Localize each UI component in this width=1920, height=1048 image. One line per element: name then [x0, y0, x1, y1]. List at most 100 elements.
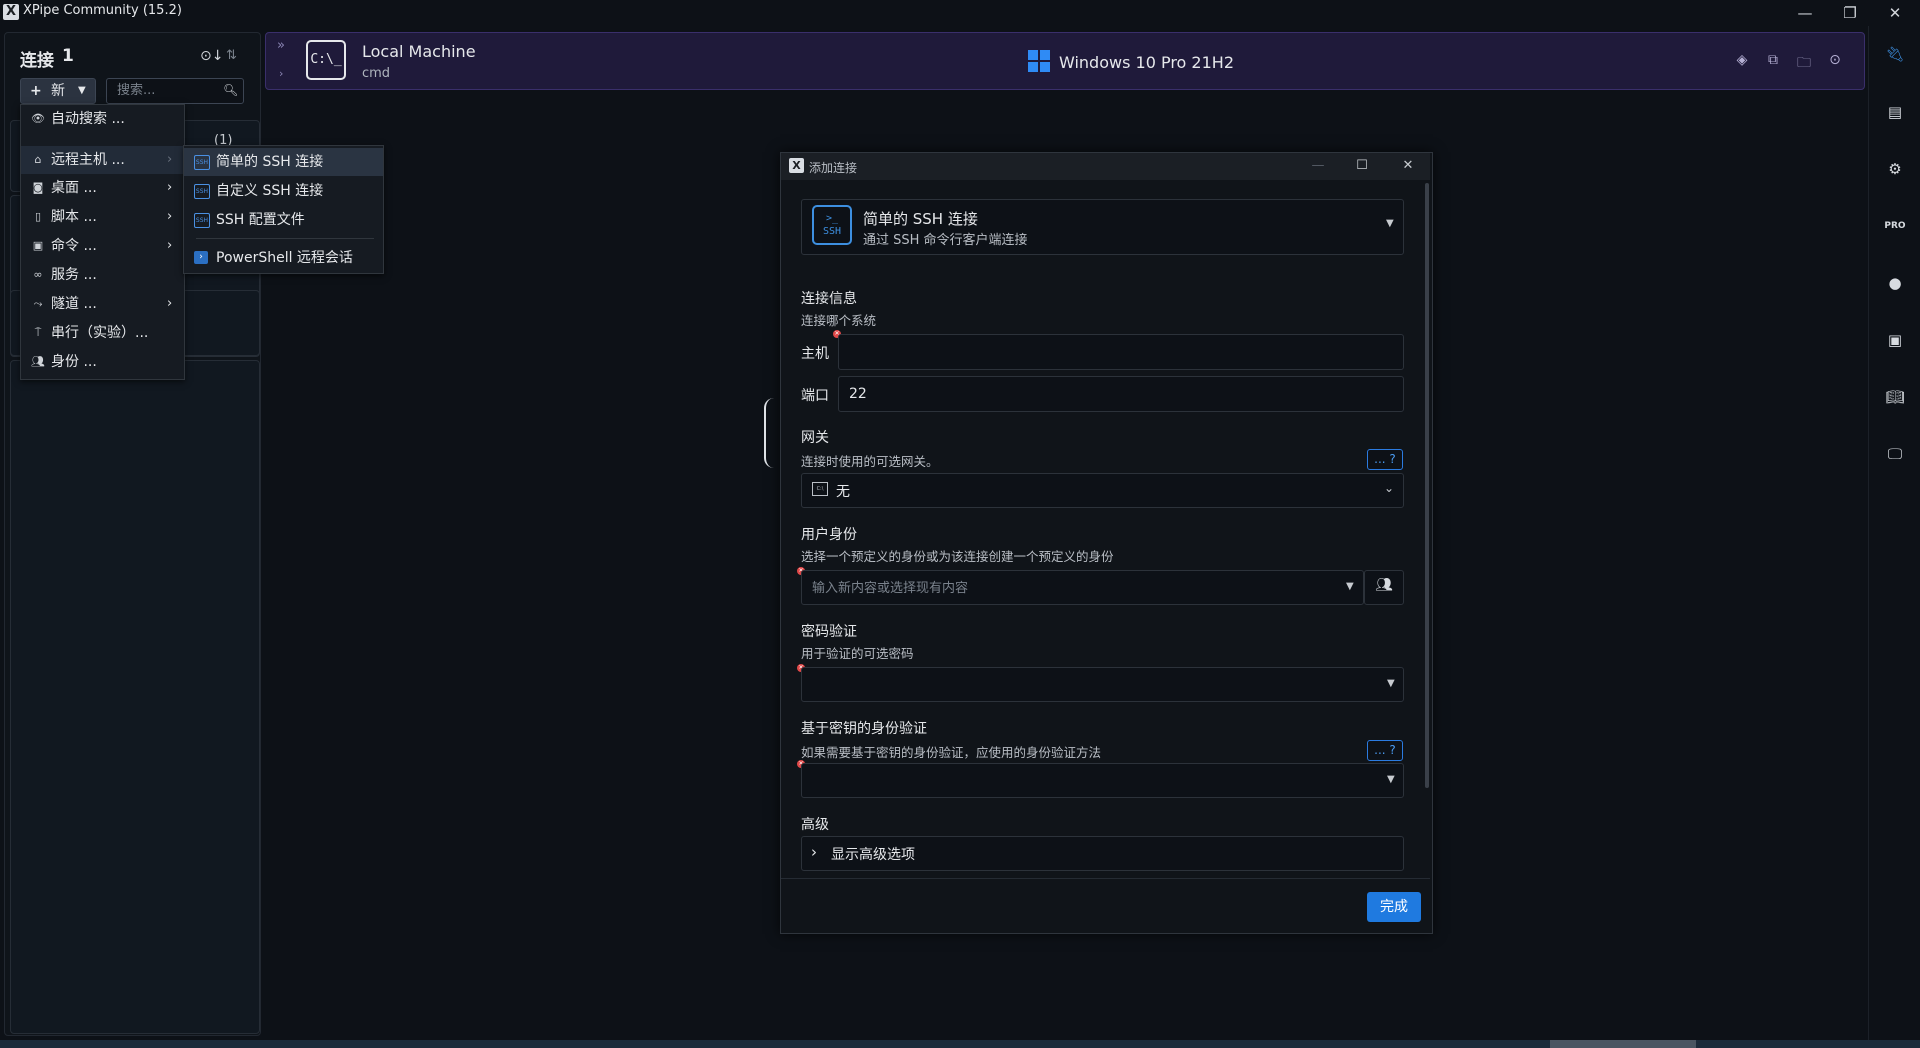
key-auth-select[interactable]: ▼: [801, 763, 1404, 798]
connection-type-name: 简单的 SSH 连接: [863, 210, 978, 228]
os-name: Windows 10 Pro 21H2: [1059, 53, 1234, 72]
serial-icon: ⍑: [34, 326, 42, 339]
menu-item-identity[interactable]: 👥︎ 身份 ...: [21, 348, 184, 376]
key-auth-title: 基于密钥的身份验证: [801, 721, 927, 737]
horizontal-scrollbar[interactable]: [1550, 1040, 1696, 1048]
powershell-icon: ›: [194, 251, 208, 264]
auto-search-icon: 👁︎: [31, 112, 45, 125]
connections-title: 连接: [20, 51, 54, 71]
plus-icon: +: [30, 83, 42, 99]
caret-down-icon: ▼: [1387, 678, 1395, 689]
discord-icon[interactable]: ▣: [1883, 328, 1907, 352]
gateway-select[interactable]: C:\ 无 ⌄: [801, 473, 1404, 508]
port-input[interactable]: [839, 377, 1403, 411]
ssh-config-icon: SSH: [194, 213, 210, 228]
history-icon[interactable]: ⊙↓: [200, 48, 223, 66]
chevron-right-icon: ›: [167, 152, 173, 167]
advanced-toggle-label: 显示高级选项: [831, 847, 915, 863]
chevron-right-icon[interactable]: ›: [279, 67, 283, 80]
windows-logo-icon: [1028, 50, 1050, 72]
submenu-item-label: 简单的 SSH 连接: [216, 154, 324, 170]
folder-icon[interactable]: 🗀: [1794, 52, 1814, 72]
submenu-item-custom-ssh[interactable]: SSH 自定义 SSH 连接: [184, 177, 383, 205]
chevron-right-icon: ›: [811, 843, 817, 861]
minimize-button[interactable]: —: [1785, 2, 1825, 24]
done-button[interactable]: 完成: [1367, 892, 1421, 922]
connection-card: [10, 360, 260, 1034]
gateway-title: 网关: [801, 430, 829, 446]
menu-item-label: 自动搜索 ...: [51, 111, 125, 127]
dialog-maximize-button[interactable]: ☐: [1347, 156, 1377, 176]
password-select[interactable]: ▼: [801, 667, 1404, 702]
menu-item-serial[interactable]: ⍑ 串行（实验）...: [21, 319, 184, 347]
sort-icon[interactable]: ⇅: [226, 48, 244, 66]
custom-ssh-icon: SSH: [194, 184, 210, 199]
ssh-icon: >_ SSH: [812, 205, 852, 245]
identity-combo[interactable]: ▼: [801, 570, 1364, 605]
conn-info-title: 连接信息: [801, 291, 857, 307]
menu-item-tunnel[interactable]: ⤳ 隧道 ... ›: [21, 290, 184, 318]
submenu-item-powershell[interactable]: › PowerShell 远程会话: [184, 244, 383, 272]
chevron-right-icon: ›: [167, 180, 173, 195]
submenu-item-ssh-config[interactable]: SSH SSH 配置文件: [184, 206, 383, 234]
files-nav-icon[interactable]: ▤: [1883, 100, 1907, 124]
more-icon[interactable]: ⊙: [1825, 52, 1845, 72]
connection-type-desc: 通过 SSH 命令行客户端连接: [863, 233, 1028, 248]
script-icon: ▯: [34, 210, 42, 223]
menu-item-remote-host[interactable]: ⌂ 远程主机 ... ›: [21, 146, 184, 174]
connections-count: 1: [62, 46, 74, 66]
caret-down-icon[interactable]: ▼: [1346, 581, 1354, 592]
dialog-minimize-button[interactable]: —: [1303, 156, 1333, 176]
settings-nav-icon[interactable]: ⚙: [1883, 157, 1907, 181]
menu-item-script[interactable]: ▯ 脚本 ... ›: [21, 203, 184, 231]
advanced-title: 高级: [801, 817, 829, 833]
ssh-icon: SSH: [194, 155, 210, 170]
docs-icon[interactable]: 📖︎: [1883, 385, 1907, 409]
restore-button[interactable]: ❐: [1830, 2, 1870, 24]
dialog-scrollbar[interactable]: [1425, 183, 1429, 788]
menu-item-service[interactable]: ∞ 服务 ...: [21, 261, 184, 289]
layers-icon[interactable]: ◈: [1732, 52, 1752, 72]
dialog-close-button[interactable]: ✕: [1393, 156, 1423, 176]
chevron-double-icon[interactable]: »: [277, 38, 285, 53]
menu-item-command[interactable]: ▣ 命令 ... ›: [21, 232, 184, 260]
window-title: XPipe Community (15.2): [23, 3, 182, 18]
monitor-icon[interactable]: 🖵: [1883, 442, 1907, 466]
identity-title: 用户身份: [801, 527, 857, 543]
add-identity-button[interactable]: 👥︎: [1364, 570, 1404, 605]
chevron-right-icon: ›: [167, 238, 173, 253]
identity-icon: 👥︎: [31, 355, 45, 368]
menu-item-label: 串行（实验）...: [51, 325, 149, 341]
gateway-value: 无: [836, 484, 850, 500]
search-box[interactable]: 🔍︎: [106, 78, 244, 104]
conn-info-desc: 连接哪个系统: [801, 313, 877, 328]
menu-item-label: 隧道 ...: [51, 296, 97, 312]
menu-item-label: 身份 ...: [51, 354, 97, 370]
host-field[interactable]: [838, 334, 1404, 370]
search-input[interactable]: [107, 79, 221, 101]
machine-shell: cmd: [362, 66, 391, 81]
pro-icon[interactable]: PRO: [1883, 214, 1907, 238]
caret-down-icon: ▼: [1386, 218, 1394, 229]
app-logo-icon: X: [3, 4, 19, 20]
menu-item-label: 命令 ...: [51, 238, 97, 254]
new-button[interactable]: + 新 ▼: [20, 78, 96, 104]
github-icon[interactable]: ●: [1883, 271, 1907, 295]
cmd-icon: C:\_: [306, 40, 346, 80]
gateway-help-button[interactable]: ... ?: [1367, 449, 1403, 470]
menu-item-desktop[interactable]: ◙ 桌面 ... ›: [21, 174, 184, 202]
host-input[interactable]: [839, 335, 1403, 369]
advanced-toggle[interactable]: › 显示高级选项: [801, 836, 1404, 871]
new-menu: 👁︎ 自动搜索 ... ⌂ 远程主机 ... › ◙ 桌面 ... › ▯ 脚本…: [20, 104, 185, 380]
submenu-item-simple-ssh[interactable]: SSH 简单的 SSH 连接: [184, 148, 383, 176]
identity-input[interactable]: [802, 571, 1332, 604]
connections-nav-icon[interactable]: 🔌︎: [1883, 42, 1907, 66]
host-label: 主机: [801, 346, 829, 362]
port-field[interactable]: [838, 376, 1404, 412]
menu-item-auto-search[interactable]: 👁︎ 自动搜索 ...: [21, 105, 184, 133]
close-button[interactable]: ✕: [1875, 2, 1915, 24]
chevron-down-icon: ⌄: [1384, 481, 1395, 495]
terminal-tab-icon[interactable]: ⧉: [1763, 52, 1783, 72]
submenu-item-label: 自定义 SSH 连接: [216, 183, 324, 199]
key-help-button[interactable]: ... ?: [1367, 740, 1403, 761]
